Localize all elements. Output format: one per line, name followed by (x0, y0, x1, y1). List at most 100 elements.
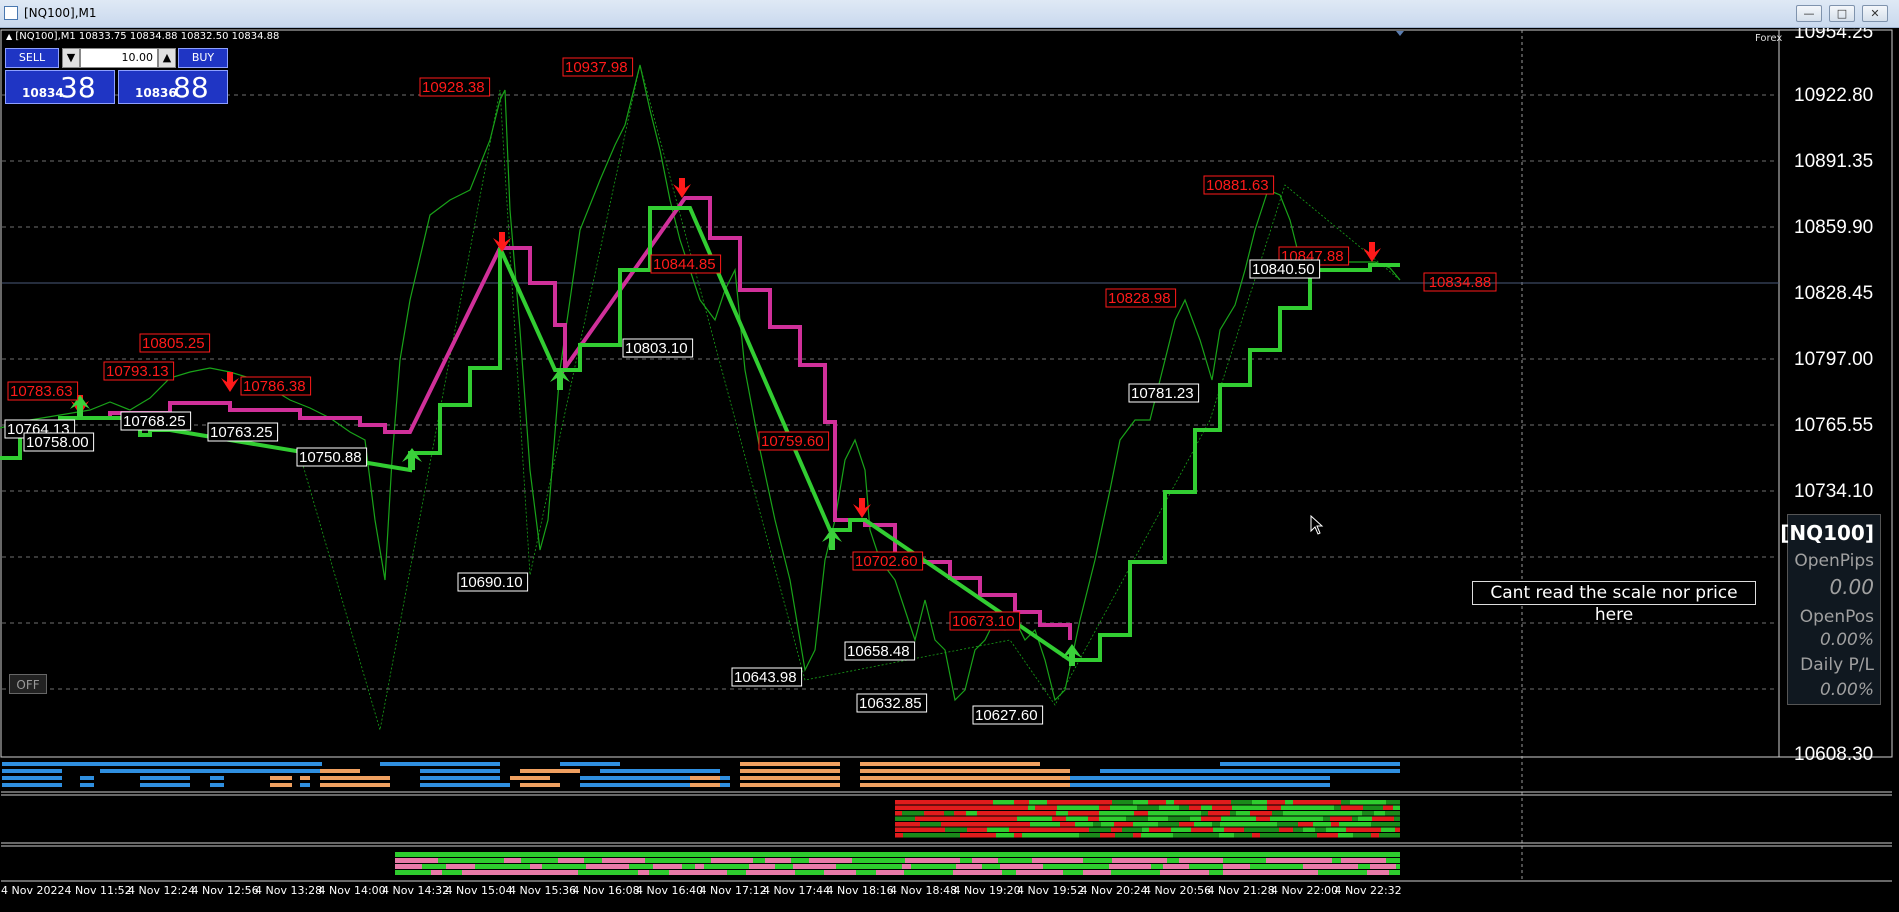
heatmap-cell (778, 852, 789, 857)
heatmap-cell (1330, 816, 1352, 821)
heatmap-cell (653, 864, 682, 869)
heatmap-cell (1212, 805, 1232, 810)
heatmap-cell (1349, 858, 1374, 863)
swing-low-label: 10781.23 (1131, 385, 1194, 402)
heatmap-cell (1325, 800, 1341, 805)
heatmap-cell (630, 852, 660, 857)
minimize-button[interactable]: — (1796, 5, 1822, 22)
heatmap-cell (1209, 870, 1223, 875)
heatmap-cell (1069, 827, 1075, 832)
heatmap-cell (956, 864, 982, 869)
heatmap-cell (1300, 852, 1322, 857)
heatmap-cell (720, 858, 728, 863)
heatmap-cell (889, 864, 902, 869)
heatmap-cell (1372, 816, 1382, 821)
heatmap-cell (422, 864, 446, 869)
heatmap-cell (395, 870, 410, 875)
heatmap-cell (1314, 805, 1334, 810)
lot-increase-button[interactable]: ▲ (158, 48, 176, 68)
swing-high-label: 10805.25 (142, 335, 205, 352)
heatmap-cell (1221, 816, 1228, 821)
heatmap-cell (1207, 864, 1223, 869)
heatmap-cell (1031, 870, 1052, 875)
lot-decrease-button[interactable]: ▼ (62, 48, 80, 68)
window-titlebar: [NQ100],M1 — □ ✕ (0, 0, 1899, 28)
heatmap-cell (618, 858, 645, 863)
heatmap-cell (1093, 822, 1101, 827)
heatmap-cell (1199, 870, 1209, 875)
heatmap-cell (985, 805, 997, 810)
heatmap-cell (902, 864, 911, 869)
heatmap-cell (1148, 800, 1166, 805)
heatmap-cell (1313, 822, 1331, 827)
bid-price-button[interactable]: 10834 38 (5, 70, 115, 104)
heatmap-cell (1239, 858, 1266, 863)
heatmap-cell (1142, 827, 1149, 832)
histogram-bar (2, 783, 62, 787)
heatmap-cell (395, 864, 422, 869)
heatmap-cell (960, 833, 981, 838)
lot-size-input[interactable]: 10.00 (80, 48, 158, 68)
heatmap-cell (1089, 827, 1099, 832)
heatmap-cell (1077, 805, 1087, 810)
histogram-bar (420, 776, 500, 780)
ask-price-button[interactable]: 10836 88 (118, 70, 228, 104)
indicator-heatmap-3 (395, 852, 1400, 875)
heatmap-cell (438, 858, 462, 863)
heatmap-cell (682, 864, 695, 869)
heatmap-cell (1026, 811, 1032, 816)
heatmap-cell (809, 852, 837, 857)
heatmap-cell (1374, 858, 1386, 863)
price-axis-label: 10922.80 (1794, 85, 1873, 106)
heatmap-cell (895, 833, 903, 838)
heatmap-cell (1024, 816, 1046, 821)
heatmap-cell (1201, 816, 1221, 821)
heatmap-cell (1014, 822, 1030, 827)
histogram-bar (1070, 776, 1330, 780)
heatmap-cell (742, 852, 757, 857)
sell-button[interactable]: SELL (5, 48, 59, 68)
window-title: [NQ100],M1 (24, 6, 97, 20)
heatmap-cell (837, 852, 867, 857)
time-axis: 4 Nov 2022 4 Nov 11:52 4 Nov 12:24 4 Nov 12… (0, 882, 1899, 912)
heatmap-cell (488, 864, 497, 869)
heatmap-cell (907, 827, 918, 832)
heatmap-cell (1371, 822, 1387, 827)
histogram-bar (860, 769, 1070, 773)
heatmap-cell (446, 864, 475, 869)
heatmap-cell (791, 858, 809, 863)
heatmap-cell (993, 800, 1014, 805)
buy-button[interactable]: BUY (178, 48, 228, 68)
heatmap-cell (1100, 833, 1115, 838)
heatmap-cell (542, 864, 568, 869)
histogram-bar (2, 769, 62, 773)
heatmap-cell (1179, 822, 1194, 827)
histogram-bar (270, 776, 292, 780)
heatmap-cell (1252, 822, 1268, 827)
histogram-bar (380, 762, 500, 766)
heatmap-cell (1268, 822, 1277, 827)
heatmap-cell (1205, 858, 1223, 863)
close-button[interactable]: ✕ (1862, 5, 1888, 22)
heatmap-cell (1134, 858, 1142, 863)
off-toggle-button[interactable]: OFF (9, 674, 47, 694)
histogram-bar (2, 762, 322, 766)
histogram-bar (300, 783, 310, 787)
heatmap-cell (1387, 822, 1396, 827)
heatmap-cell (1159, 805, 1165, 810)
heatmap-cell (975, 870, 992, 875)
heatmap-cell (697, 870, 727, 875)
heatmap-cell (793, 864, 809, 869)
heatmap-cell (1318, 870, 1348, 875)
heatmap-cell (1369, 805, 1383, 810)
heatmap-cell (669, 870, 697, 875)
heatmap-cell (1378, 852, 1399, 857)
heatmap-cell (1292, 816, 1303, 821)
heatmap-cell (1367, 870, 1389, 875)
heatmap-cell (954, 811, 966, 816)
maximize-button[interactable]: □ (1829, 5, 1855, 22)
price-chart[interactable]: 10928.38 10937.98 10805.25 10793.13 10783.63… (0, 28, 1899, 894)
histogram-bar (320, 783, 390, 787)
heatmap-cell (1338, 811, 1352, 816)
heatmap-cell (602, 858, 618, 863)
